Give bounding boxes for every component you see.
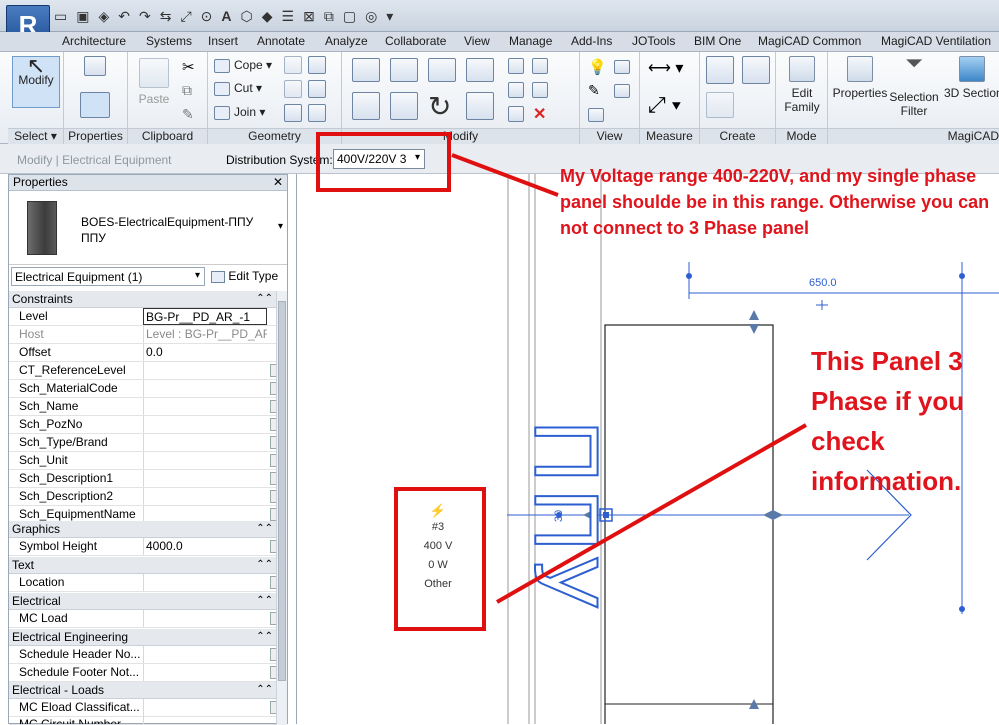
annotation-box-tag: [394, 487, 486, 631]
annotation-note-1: My Voltage range 400-220V, and my single…: [560, 166, 990, 238]
annotation-line-2: [496, 423, 807, 604]
annotation-box-distribution: [316, 132, 451, 192]
annotation-note-2: This Panel 3 Phase if you check informat…: [811, 346, 965, 496]
annotation-line-1: [451, 153, 559, 197]
